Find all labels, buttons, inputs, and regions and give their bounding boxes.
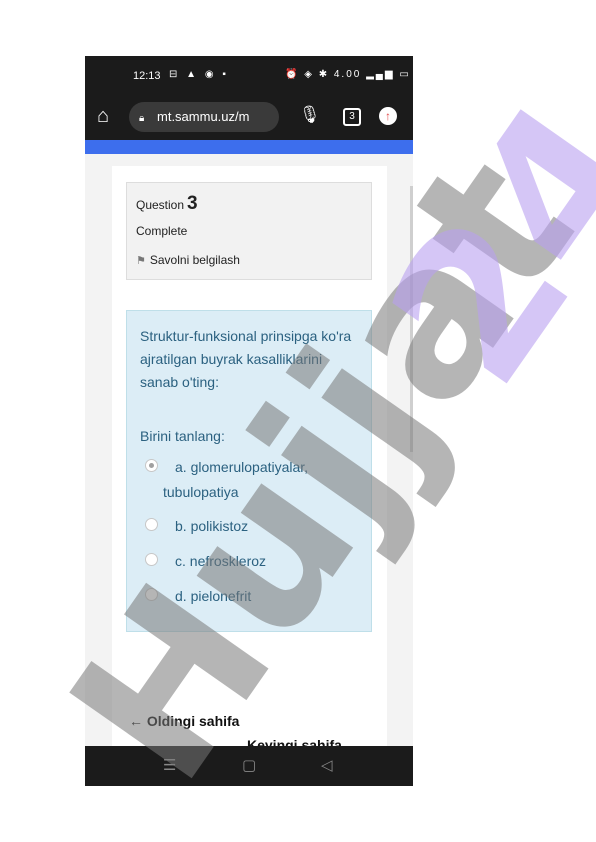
- option-label: c. nefroskleroz: [175, 553, 267, 569]
- scrollbar[interactable]: [410, 186, 413, 452]
- answer-prompt: Birini tanlang:: [140, 428, 225, 444]
- system-navigation-bar: ☰ ▢ ◁: [85, 746, 413, 786]
- home-square-icon[interactable]: ▢: [242, 756, 256, 774]
- flag-icon: ⚑: [136, 255, 146, 267]
- clock: 12:13: [133, 70, 161, 82]
- question-text: Struktur-funksional prinsipga ko'ra ajra…: [140, 328, 352, 390]
- lock-icon: 🔒︎: [139, 113, 145, 124]
- tab-count-button[interactable]: 3: [343, 108, 361, 126]
- notification-icons: ⊟ ▲ ◉ ▪: [169, 69, 229, 80]
- radio-button[interactable]: [145, 553, 158, 566]
- site-header-bar: [85, 140, 413, 154]
- option-label-continued: tubulopatiya: [163, 484, 239, 500]
- status-bar: 12:13 ⊟ ▲ ◉ ▪ ⏰ ◈ ✱ 4.00 ▂▄▆ ▭: [85, 56, 413, 94]
- browser-toolbar: ⌂ 🔒︎ mt.sammu.uz/m 🎙︎ 3 ↑: [85, 94, 413, 140]
- menu-icon[interactable]: ☰: [163, 756, 176, 774]
- option-label: d. pielonefrit: [175, 588, 252, 604]
- radio-button[interactable]: [145, 518, 158, 531]
- page-content: Question 3 Complete ⚑ Savolni belgilash St…: [112, 166, 387, 751]
- radio-button[interactable]: [145, 588, 158, 601]
- question-info-panel: Question 3 Complete ⚑ Savolni belgilash: [126, 182, 372, 280]
- system-status-icons: ⏰ ◈ ✱ 4.00 ▂▄▆ ▭: [285, 69, 411, 80]
- previous-page-link[interactable]: ← Oldingi sahifa: [129, 713, 239, 729]
- question-number: Question 3: [136, 193, 198, 214]
- question-box: Struktur-funksional prinsipga ko'ra ajra…: [126, 310, 372, 632]
- option-label: a. glomerulopatiyalar,: [175, 459, 309, 475]
- address-bar[interactable]: 🔒︎ mt.sammu.uz/m: [129, 102, 279, 132]
- update-arrow-icon[interactable]: ↑: [379, 107, 397, 125]
- question-state: Complete: [136, 224, 188, 238]
- back-triangle-icon[interactable]: ◁: [321, 756, 333, 774]
- radio-button-selected[interactable]: [145, 459, 158, 472]
- home-icon[interactable]: ⌂: [97, 106, 109, 126]
- option-label: b. polikistoz: [175, 518, 249, 534]
- url-text: mt.sammu.uz/m: [157, 109, 250, 124]
- microphone-icon[interactable]: 🎙︎: [299, 105, 321, 125]
- phone-screen: 12:13 ⊟ ▲ ◉ ▪ ⏰ ◈ ✱ 4.00 ▂▄▆ ▭ ⌂ 🔒︎ mt.sa…: [85, 56, 413, 786]
- flag-question-link[interactable]: ⚑ Savolni belgilash: [136, 253, 240, 267]
